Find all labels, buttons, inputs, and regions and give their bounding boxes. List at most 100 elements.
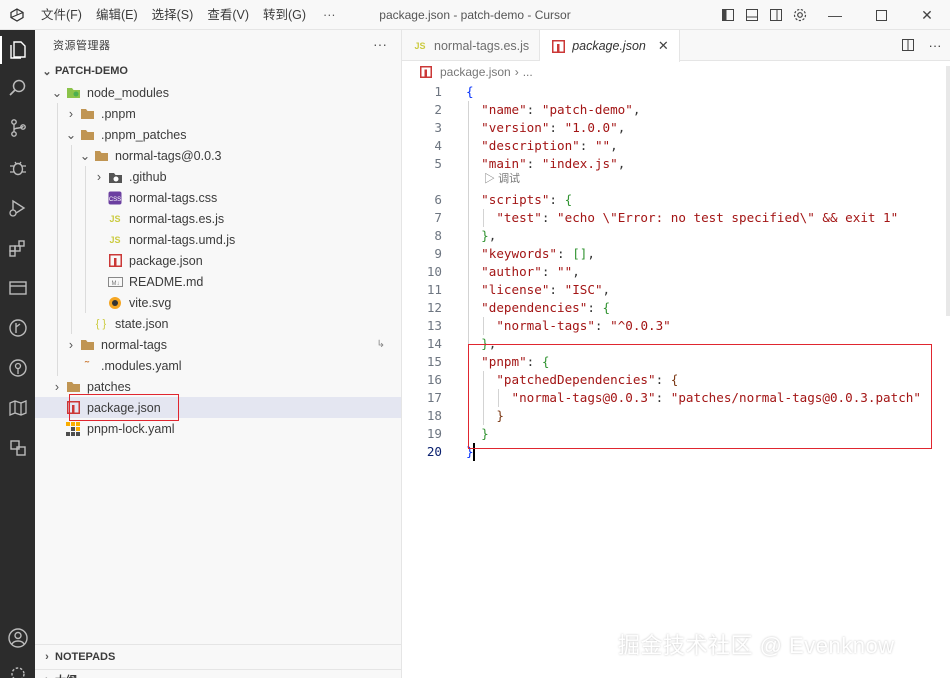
tree-item[interactable]: ⌄ normal-tags@0.0.3 [35, 145, 401, 166]
svg-file-icon [107, 295, 123, 311]
menu-item[interactable]: 查看(V) [200, 0, 256, 30]
tree-indent-guide [57, 292, 58, 313]
tree-item[interactable]: ⌄ .pnpm_patches [35, 124, 401, 145]
menu-item[interactable]: 编辑(E) [89, 0, 145, 30]
tree-item[interactable]: JS normal-tags.es.js [35, 208, 401, 229]
account-icon[interactable] [0, 620, 35, 656]
breadcrumb-separator: › [514, 65, 519, 79]
scrollbar[interactable] [946, 66, 950, 316]
tree-item[interactable]: pnpm-lock.yaml [35, 418, 401, 439]
tree-item[interactable]: › .github [35, 166, 401, 187]
code-text: "name": "patch-demo", [481, 102, 641, 117]
tree-item[interactable]: vite.svg [35, 292, 401, 313]
explorer-sidebar: 资源管理器 ··· ⌄ PATCH-DEMO ⌄ node_modules › .pn… [35, 30, 402, 678]
js-file-icon: JS [414, 40, 426, 51]
code-text: "author": "", [481, 264, 580, 279]
run-debug-icon[interactable] [0, 190, 35, 226]
tree-indent-guide [57, 124, 58, 145]
tree-indent-guide [85, 166, 86, 187]
chevron-right-icon: › [68, 337, 74, 352]
search-icon[interactable] [0, 70, 35, 106]
accounts-tree-icon[interactable] [0, 350, 35, 386]
tree-item-label: normal-tags.umd.js [129, 232, 236, 247]
code-text: "keywords": [], [481, 246, 595, 261]
folder-icon [65, 379, 81, 395]
sidebar-bottom-sections: › NOTEPADS › 大纲 [35, 644, 401, 678]
tree-item[interactable]: ⌄ node_modules [35, 82, 401, 103]
tree-item[interactable]: JS normal-tags.umd.js [35, 229, 401, 250]
outline-section[interactable]: › 大纲 [35, 669, 401, 678]
git-graph-icon[interactable] [0, 310, 35, 346]
tree-item[interactable]: { } state.json [35, 313, 401, 334]
line-number: 4 [434, 138, 442, 153]
copy-blocks-icon[interactable] [0, 430, 35, 466]
menu-item[interactable]: 选择(S) [145, 0, 201, 30]
tree-item[interactable]: › .pnpm [35, 103, 401, 124]
menu-item[interactable]: 文件(F) [34, 0, 89, 30]
line-number: 9 [434, 246, 442, 261]
tree-item[interactable]: package.json [35, 250, 401, 271]
pnpm-file-icon [65, 421, 81, 437]
chevron-down-icon: ⌄ [51, 86, 63, 100]
breadcrumb-more[interactable]: ... [523, 65, 533, 79]
line-number: 13 [426, 318, 442, 333]
line-number: 8 [434, 228, 442, 243]
close-window-icon[interactable]: ✕ [904, 0, 950, 30]
maximize-icon[interactable] [858, 0, 904, 30]
manage-gear-icon[interactable] [0, 656, 35, 678]
explorer-more-button[interactable]: ··· [373, 36, 387, 52]
code-text: "test": "echo \"Error: no test specified… [496, 210, 899, 225]
chevron-down-icon: ⌄ [42, 65, 52, 78]
symlink-badge: ↳ [376, 339, 385, 350]
minimize-icon[interactable]: — [812, 0, 858, 30]
tree-indent-guide [57, 103, 58, 124]
tree-item-label: normal-tags.css [129, 190, 218, 205]
title-bar: 文件(F) 编辑(E) 选择(S) 查看(V) 转到(G) ··· package.js… [0, 0, 950, 30]
debug-bug-icon[interactable] [0, 150, 35, 186]
tree-item[interactable]: M↓ README.md [35, 271, 401, 292]
tree-indent-guide [57, 313, 58, 334]
svg-text:M↓: M↓ [111, 281, 119, 287]
tab-normal-tags-es-js[interactable]: JS normal-tags.es.js [402, 30, 541, 61]
tree-indent-guide [85, 292, 86, 313]
workspace-root[interactable]: ⌄ PATCH-DEMO [35, 60, 401, 82]
line-number: 3 [434, 120, 442, 135]
tree-item[interactable]: CSS normal-tags.css [35, 187, 401, 208]
more-actions-icon[interactable]: ··· [920, 30, 950, 60]
folder-icon [93, 148, 109, 164]
split-editor-icon[interactable] [896, 30, 920, 60]
tree-item[interactable]: › normal-tags ↳ [35, 334, 401, 355]
outline-label: 大纲 [55, 672, 77, 678]
markdown-file-icon: M↓ [107, 274, 123, 290]
menu-more-button[interactable]: ··· [313, 0, 346, 30]
folder-icon [79, 337, 95, 353]
line-number: 15 [426, 354, 442, 369]
toggle-secondary-sidebar-icon[interactable] [764, 0, 788, 30]
tab-package-json[interactable]: package.json ✕ [540, 30, 680, 62]
js-file-icon: JS [109, 213, 121, 224]
breadcrumb-file[interactable]: package.json [440, 65, 511, 79]
close-tab-icon[interactable]: ✕ [658, 38, 669, 54]
settings-gear-icon[interactable] [788, 0, 812, 30]
toggle-panel-icon[interactable] [740, 0, 764, 30]
map-icon[interactable] [0, 390, 35, 426]
extensions-icon[interactable] [0, 230, 35, 266]
remote-explorer-icon[interactable] [0, 270, 35, 306]
tree-indent-guide [71, 208, 72, 229]
file-tree: ⌄ node_modules › .pnpm ⌄ .pnpm_patches ⌄ normal… [35, 82, 401, 439]
tree-item[interactable]: ˜ .modules.yaml [35, 355, 401, 376]
menu-item[interactable]: 转到(G) [256, 0, 313, 30]
tree-indent-guide [57, 166, 58, 187]
svg-text:CSS: CSS [109, 197, 121, 203]
code-text: "normal-tags": "^0.0.3" [496, 318, 671, 333]
tree-indent-guide [71, 313, 72, 334]
source-control-icon[interactable] [0, 110, 35, 146]
debug-codelens[interactable]: ▷ 调试 [484, 172, 520, 186]
notepads-section[interactable]: › NOTEPADS [35, 645, 401, 669]
explorer-icon[interactable] [0, 32, 35, 68]
toggle-sidebar-icon[interactable] [716, 0, 740, 30]
tree-indent-guide [57, 250, 58, 271]
